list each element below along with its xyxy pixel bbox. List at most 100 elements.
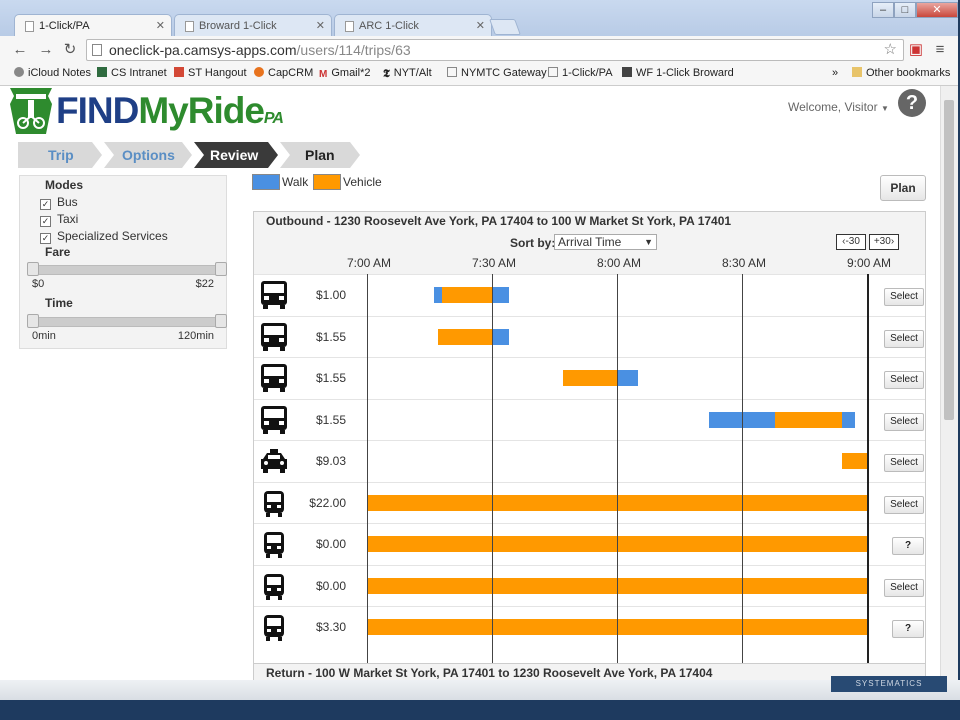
- select-button[interactable]: Select: [884, 412, 924, 431]
- desktop-stripe: [0, 680, 960, 700]
- trip-fare: $9.03: [315, 454, 346, 468]
- walk-segment[interactable]: [492, 328, 509, 345]
- findmyride-logo[interactable]: FINDMyRidePA: [6, 86, 306, 136]
- close-icon[interactable]: ✕: [316, 15, 325, 36]
- time-gridline: [492, 274, 493, 679]
- bus-checkbox[interactable]: ✓ Bus: [40, 195, 78, 210]
- bookmark-label: 1-Click/PA: [562, 67, 613, 79]
- info-button[interactable]: ?: [892, 620, 924, 638]
- taxi-checkbox[interactable]: ✓ Taxi: [40, 212, 78, 227]
- keystone-icon: [10, 88, 52, 134]
- bookmark-label: NYMTC Gateway: [461, 67, 547, 79]
- fare-min-label: $0: [32, 278, 45, 290]
- close-icon[interactable]: ✕: [156, 15, 165, 37]
- logo-find: FIND: [56, 90, 139, 131]
- fare-min-handle[interactable]: [27, 262, 39, 276]
- time-slider[interactable]: [27, 314, 227, 328]
- bookmarks-bar: iCloud Notes CS Intranet ST Hangout CapC…: [0, 64, 958, 86]
- time-min-handle[interactable]: [27, 314, 39, 328]
- specialized-checkbox[interactable]: ✓ Specialized Services: [40, 229, 168, 244]
- tab-strip: 1-Click/PA ✕ Broward 1-Click ✕ ARC 1-Click…: [0, 0, 958, 37]
- intranet-icon: [97, 67, 107, 77]
- time-max-label: 120min: [177, 330, 214, 342]
- google-plus-icon: [174, 67, 184, 77]
- vehicle-segment[interactable]: [442, 287, 492, 303]
- walk-segment[interactable]: [842, 411, 855, 428]
- select-button[interactable]: Select: [884, 495, 924, 514]
- bookmark-item[interactable]: 1-Click/PA: [548, 67, 613, 79]
- bookmark-item[interactable]: M Gmail*2: [319, 67, 371, 80]
- minimize-button[interactable]: –: [872, 2, 894, 18]
- time-max-handle[interactable]: [215, 314, 227, 328]
- taxi-icon: [258, 445, 294, 477]
- star-icon[interactable]: ☆: [884, 40, 897, 60]
- sort-select[interactable]: Arrival Time ▼: [554, 234, 657, 250]
- select-button[interactable]: Select: [884, 329, 924, 348]
- other-bookmarks[interactable]: Other bookmarks: [852, 67, 950, 79]
- trip-fare: $0.00: [315, 537, 346, 551]
- bookmark-item[interactable]: CS Intranet: [97, 67, 167, 79]
- url-path: /users/114/trips/63: [296, 42, 411, 58]
- maximize-button[interactable]: □: [894, 2, 916, 18]
- bookmark-label: Gmail*2: [331, 67, 371, 79]
- forward-arrow-icon[interactable]: →: [36, 40, 56, 60]
- bookmarks-overflow[interactable]: »: [832, 67, 838, 79]
- close-window-button[interactable]: ✕: [916, 2, 958, 18]
- legend-label: Vehicle: [343, 175, 382, 189]
- bookmark-item[interactable]: 𝕿 NYT/Alt: [383, 67, 432, 80]
- plan-button[interactable]: Plan: [880, 175, 926, 201]
- checkmark-icon: ✓: [40, 216, 51, 227]
- tab-broward[interactable]: Broward 1-Click ✕: [174, 14, 332, 36]
- welcome-label: Welcome, Visitor: [788, 100, 878, 114]
- bookmark-item[interactable]: WF 1-Click Broward: [622, 67, 734, 79]
- bookmark-label: CS Intranet: [111, 67, 167, 79]
- select-button[interactable]: Select: [884, 578, 924, 597]
- step-plan[interactable]: Plan: [285, 142, 335, 168]
- walk-segment[interactable]: [617, 370, 638, 386]
- help-icon[interactable]: ?: [898, 89, 926, 117]
- bookmark-item[interactable]: CapCRM: [254, 67, 313, 79]
- new-tab-button[interactable]: [489, 19, 521, 35]
- page-scrollbar[interactable]: [940, 86, 958, 680]
- bookmark-item[interactable]: ST Hangout: [174, 67, 247, 79]
- vehicle-segment[interactable]: [562, 370, 617, 386]
- shift-back-button[interactable]: ‹-30: [836, 234, 866, 250]
- tab-arc[interactable]: ARC 1-Click ✕: [334, 14, 492, 36]
- bookmark-item[interactable]: iCloud Notes: [14, 67, 91, 79]
- legend-label: Walk: [282, 175, 309, 189]
- outbound-header: Outbound - 1230 Roosevelt Ave York, PA 1…: [254, 212, 925, 275]
- sort-value: Arrival Time: [558, 235, 622, 249]
- step-trip[interactable]: Trip: [28, 142, 74, 168]
- vehicle-segment[interactable]: [775, 411, 842, 428]
- scrollbar-thumb[interactable]: [944, 100, 954, 420]
- info-button[interactable]: ?: [892, 537, 924, 555]
- menu-icon[interactable]: ≡: [930, 40, 950, 60]
- address-bar[interactable]: oneclick-pa.camsys-apps.com/users/114/tr…: [86, 39, 904, 61]
- shift-forward-label: +30: [873, 236, 891, 247]
- paratransit-van-icon: [258, 487, 294, 519]
- company-logo: SYSTEMATICS: [831, 676, 947, 692]
- fare-slider[interactable]: [27, 262, 227, 276]
- legend-walk: Walk: [252, 174, 308, 190]
- select-button[interactable]: Select: [884, 288, 924, 306]
- walk-segment[interactable]: [492, 287, 509, 303]
- extension-icon[interactable]: ▣: [906, 40, 926, 60]
- vehicle-swatch: [313, 174, 341, 190]
- shift-forward-button[interactable]: +30›: [869, 234, 899, 250]
- paratransit-van-icon: [258, 528, 294, 560]
- user-menu[interactable]: Welcome, Visitor ▼: [788, 100, 889, 114]
- back-arrow-icon[interactable]: ←: [10, 40, 30, 60]
- fare-max-handle[interactable]: [215, 262, 227, 276]
- select-button[interactable]: Select: [884, 371, 924, 389]
- vehicle-segment[interactable]: [437, 328, 492, 345]
- vehicle-segment[interactable]: [842, 453, 867, 469]
- reload-icon[interactable]: ↻: [60, 40, 80, 60]
- page-icon: [447, 67, 457, 77]
- step-options[interactable]: Options: [102, 142, 175, 168]
- tab-1click-pa[interactable]: 1-Click/PA ✕: [14, 14, 172, 37]
- close-icon[interactable]: ✕: [476, 15, 485, 36]
- logo-pa: PA: [263, 110, 284, 127]
- walk-segment[interactable]: [433, 287, 442, 303]
- select-button[interactable]: Select: [884, 454, 924, 472]
- bookmark-item[interactable]: NYMTC Gateway: [447, 67, 547, 79]
